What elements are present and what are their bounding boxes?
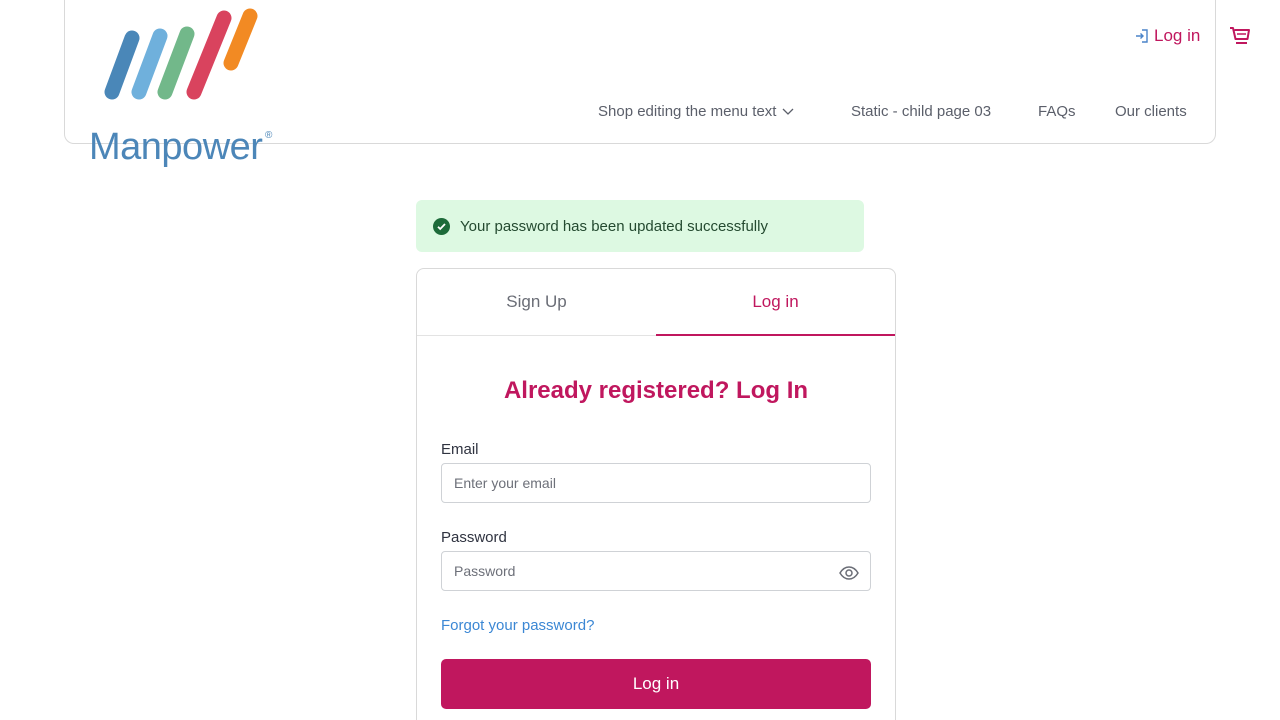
auth-tabs: Sign Up Log in [417, 269, 895, 336]
nav-item-label: Our clients [1115, 102, 1187, 120]
nav-item-label: FAQs [1038, 102, 1076, 120]
eye-icon[interactable] [838, 562, 860, 584]
password-field[interactable] [441, 551, 871, 591]
nav-item-label: Shop editing the menu text [598, 102, 777, 120]
shopping-cart-icon[interactable] [1228, 25, 1252, 49]
tab-log-in[interactable]: Log in [656, 269, 895, 336]
success-alert: Your password has been updated successfu… [416, 200, 864, 252]
nav-item-our-clients[interactable]: Our clients [1115, 101, 1187, 121]
tab-label: Sign Up [506, 292, 567, 311]
check-circle-icon [433, 217, 450, 235]
email-field[interactable] [441, 463, 871, 503]
login-submit-button[interactable]: Log in [441, 659, 871, 709]
nav-item-static-child[interactable]: Static - child page 03 [851, 101, 991, 121]
chevron-down-icon [783, 108, 794, 115]
nav-item-label: Static - child page 03 [851, 102, 992, 120]
nav-item-faqs[interactable]: FAQs [1038, 101, 1076, 121]
logo-registered-mark: ® [265, 130, 273, 141]
page-title: Already registered? Log In [503, 377, 809, 404]
header-login-link[interactable]: Log in [1134, 26, 1200, 46]
manpower-logo[interactable]: Manpower ® [88, 8, 278, 170]
alert-message: Your password has been updated successfu… [460, 217, 768, 235]
header-login-label: Log in [1154, 26, 1201, 45]
email-label: Email [441, 441, 479, 458]
logo-wordmark: Manpower [89, 126, 263, 168]
forgot-password-link[interactable]: Forgot your password? [441, 617, 594, 634]
tab-label: Log in [752, 291, 799, 311]
tab-sign-up[interactable]: Sign Up [417, 269, 656, 335]
logo-stripes [104, 8, 258, 100]
nav-item-shop[interactable]: Shop editing the menu text [598, 101, 794, 121]
password-label: Password [441, 529, 507, 546]
login-arrow-icon [1134, 28, 1149, 44]
auth-card: Sign Up Log in Already registered? Log I… [416, 268, 896, 720]
